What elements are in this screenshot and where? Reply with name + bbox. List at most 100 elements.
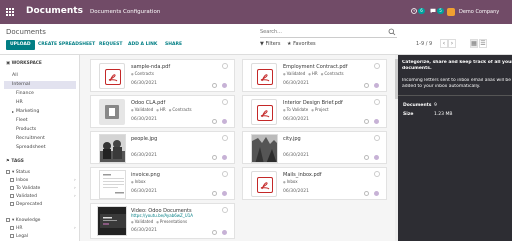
select-checkbox[interactable]	[374, 171, 380, 177]
owner-avatar	[221, 190, 228, 197]
activity-clock-icon[interactable]	[212, 83, 217, 88]
document-card[interactable]: Mails_inbox.pdf Inbox 06/30/2021	[242, 167, 387, 200]
panel-intro-line: documents.	[402, 66, 432, 71]
document-date: 06/30/2021	[131, 189, 157, 194]
document-tags: ValidatedPresentations	[131, 219, 190, 224]
activity-clock-icon[interactable]	[212, 230, 217, 235]
owner-avatar	[373, 190, 380, 197]
tag-hr[interactable]: HR ›	[10, 225, 76, 233]
document-date: 06/30/2021	[283, 189, 309, 194]
tag-to-validate[interactable]: To Validate ›	[10, 185, 76, 193]
activity-clock-icon[interactable]	[364, 155, 369, 160]
document-tags: Contracts	[131, 71, 157, 76]
document-card[interactable]: sample-nda.pdf Contracts 06/30/2021	[90, 59, 235, 92]
select-checkbox[interactable]	[374, 99, 380, 105]
messages-button[interactable]: 5	[430, 7, 444, 15]
activity-button[interactable]: 6	[411, 7, 425, 15]
tag-label: Presentations	[156, 219, 187, 224]
pdf-icon	[257, 177, 273, 193]
document-date: 06/30/2021	[131, 153, 157, 158]
activity-clock-icon[interactable]	[212, 119, 217, 124]
tag-group-knowledge[interactable]: ▾ Knowledge	[6, 217, 40, 225]
add-link-button[interactable]: ADD A LINK	[124, 40, 161, 50]
document-tags: Inbox	[283, 179, 301, 184]
favorites-label: Favorites	[293, 41, 316, 47]
upload-button[interactable]: UPLOAD	[6, 40, 35, 50]
app-switcher-icon[interactable]	[6, 8, 14, 16]
workspace-internal[interactable]: Internal	[4, 81, 76, 89]
kanban-view-button[interactable]: ▦	[470, 39, 478, 48]
activity-clock-icon[interactable]	[212, 155, 217, 160]
activity-clock-icon[interactable]	[364, 119, 369, 124]
create-spreadsheet-button[interactable]: CREATE SPREADSHEET	[34, 40, 99, 50]
document-card[interactable]: Odoo CLA.pdf ValidatedHR Contracts 06/30/…	[90, 95, 235, 128]
chevron-right-icon: ›	[74, 194, 76, 199]
workspace-finance[interactable]: Finance	[4, 90, 76, 98]
document-name: Interior Design Brief.pdf	[283, 100, 343, 106]
document-url-link[interactable]: https://youtu.be/Ayab6wZ_U1A	[131, 213, 193, 218]
activity-count-badge: 6	[418, 8, 425, 14]
file-icon	[105, 105, 119, 119]
workspace-heading: ▣ WORKSPACE	[6, 61, 42, 66]
document-date: 06/30/2021	[283, 81, 309, 86]
document-card[interactable]: invoice.png Inbox 06/30/2021	[90, 167, 235, 200]
workspace-recruitment[interactable]: Recruitment	[4, 135, 76, 143]
activity-clock-icon[interactable]	[212, 191, 217, 196]
tag-legal[interactable]: Legal	[10, 233, 28, 241]
document-name: sample-nda.pdf	[131, 64, 171, 70]
list-view-button[interactable]: ☰	[479, 39, 487, 48]
search-input[interactable]	[260, 27, 380, 37]
document-card[interactable]: Employment Contract.pdf ValidatedHR Contr…	[242, 59, 387, 92]
menu-documents[interactable]: Documents	[90, 9, 121, 15]
pager-value[interactable]: 1-9 / 9	[416, 41, 432, 47]
workspace-marketing[interactable]: ▸ Marketing	[4, 108, 76, 116]
tag-label: Contracts	[321, 71, 344, 76]
pager-next-button[interactable]: ›	[448, 39, 456, 48]
workspace-hr[interactable]: HR	[4, 99, 76, 107]
caret-right-icon[interactable]: ▸	[12, 108, 14, 116]
select-checkbox[interactable]	[222, 99, 228, 105]
activity-clock-icon[interactable]	[364, 191, 369, 196]
share-button[interactable]: SHARE	[161, 40, 186, 50]
workspace-spreadsheet[interactable]: Spreadsheet	[4, 144, 76, 152]
tag-deprecated[interactable]: Deprecated	[10, 201, 42, 209]
workspace-products[interactable]: Products	[4, 126, 76, 134]
tag-inbox[interactable]: Inbox ›	[10, 177, 76, 185]
document-card[interactable]: people.jpg 06/30/2021	[90, 131, 235, 164]
workspace-all[interactable]: All	[4, 72, 76, 80]
user-avatar[interactable]	[447, 8, 455, 16]
app-title[interactable]: Documents	[26, 6, 83, 16]
select-checkbox[interactable]	[222, 207, 228, 213]
select-checkbox[interactable]	[222, 63, 228, 69]
message-count-badge: 5	[437, 8, 444, 14]
tags-heading: ⚑ TAGS	[6, 159, 24, 164]
search-icon[interactable]	[388, 28, 396, 36]
document-thumbnail	[251, 63, 277, 89]
select-checkbox[interactable]	[374, 135, 380, 141]
request-button[interactable]: REQUEST	[95, 40, 126, 50]
document-date: 06/30/2021	[131, 228, 157, 233]
document-card[interactable]: Video: Odoo Documents https://youtu.be/A…	[90, 203, 235, 239]
activity-clock-icon[interactable]	[364, 83, 369, 88]
owner-avatar	[221, 118, 228, 125]
document-thumbnail	[99, 99, 125, 125]
select-checkbox[interactable]	[222, 135, 228, 141]
select-checkbox[interactable]	[374, 63, 380, 69]
document-image-preview	[99, 170, 126, 199]
menu-configuration[interactable]: Configuration	[123, 9, 160, 15]
tag-group-status[interactable]: ▾ Status	[6, 169, 30, 177]
select-checkbox[interactable]	[222, 171, 228, 177]
document-name: Odoo CLA.pdf	[131, 100, 166, 106]
tag-label: Inbox	[283, 179, 298, 184]
workspace-fleet[interactable]: Fleet	[4, 117, 76, 125]
favorites-button[interactable]: ★ Favorites	[287, 41, 316, 47]
tag-validated[interactable]: Validated ›	[10, 193, 76, 201]
owner-avatar	[373, 82, 380, 89]
document-tags: ValidatedHR Contracts	[131, 107, 195, 112]
owner-avatar	[221, 154, 228, 161]
document-card[interactable]: Interior Design Brief.pdf To ValidatePro…	[242, 95, 387, 128]
filters-button[interactable]: ▼ Filters	[260, 41, 280, 47]
company-switcher[interactable]: Demo Company	[459, 9, 499, 15]
pager-previous-button[interactable]: ‹	[440, 39, 448, 48]
document-card[interactable]: city.jpg 06/30/2021	[242, 131, 387, 164]
